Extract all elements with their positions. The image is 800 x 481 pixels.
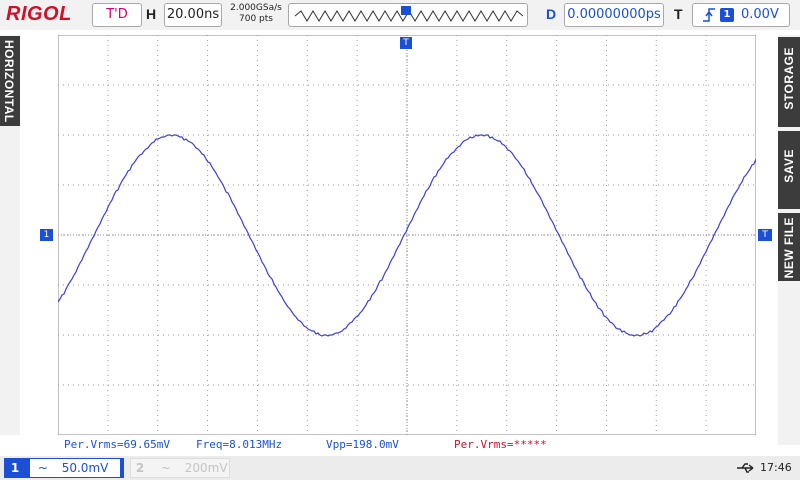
- top-toolbar: RIGOL T'D H 20.00ns 2.000GSa/s 700 pts D…: [0, 0, 800, 30]
- ch1-scale-box: ~ 50.0mV: [29, 459, 120, 477]
- ch2-coupling-icon: ~: [160, 461, 171, 475]
- measurement-vrms-invalid: Per.Vrms=*****: [454, 438, 547, 451]
- ch1-scale: 50.0mV: [61, 461, 109, 475]
- trigger-level: 0.00V: [741, 7, 779, 22]
- clock: 17:46: [760, 461, 792, 474]
- ch2-settings[interactable]: 2 ~ 200mV: [130, 458, 230, 478]
- trigger-position-marker[interactable]: T: [400, 37, 412, 49]
- horizontal-label: H: [146, 6, 157, 22]
- sample-rate: 2.000GSa/s 700 pts: [226, 3, 286, 25]
- memory-depth: 700 pts: [239, 14, 273, 24]
- delay-value[interactable]: 0.00000000ps: [564, 3, 664, 27]
- ch1-settings[interactable]: 1 ~ 50.0mV: [4, 458, 124, 478]
- ch2-number: 2: [135, 461, 145, 475]
- ch1-coupling-icon: ~: [37, 461, 48, 475]
- trigger-settings[interactable]: 1 0.00V: [692, 3, 790, 27]
- measurement-vrms: Per.Vrms=69.65mV: [64, 438, 170, 451]
- timebase-value[interactable]: 20.00ns: [164, 3, 222, 27]
- measurement-freq: Freq=8.013MHz: [196, 438, 283, 451]
- new-file-label: NEW FILE: [782, 217, 796, 279]
- ch1-offset-marker[interactable]: 1: [40, 229, 53, 241]
- save-button[interactable]: SAVE: [778, 131, 800, 209]
- usb-icon: [736, 458, 756, 481]
- right-softkey-panel: STORAGE SAVE NEW FILE: [778, 35, 800, 445]
- ch2-scale: 200mV: [184, 461, 228, 475]
- trigger-label: T: [674, 6, 683, 22]
- delay-label: D: [546, 6, 557, 22]
- usb-glyph: [737, 463, 754, 473]
- storage-label: STORAGE: [782, 47, 796, 110]
- trigger-channel: 1: [720, 8, 734, 22]
- rising-edge-icon: [703, 8, 715, 22]
- memory-waveform-icon: [294, 6, 524, 22]
- ch1-number: 1: [10, 461, 20, 475]
- save-label: SAVE: [782, 149, 796, 183]
- acquisition-mode[interactable]: T'D: [92, 3, 142, 27]
- horizontal-tab-label: HORIZONTAL: [2, 40, 16, 123]
- memory-overview[interactable]: [288, 3, 528, 27]
- new-file-button[interactable]: NEW FILE: [778, 213, 800, 281]
- trigger-level-marker[interactable]: T: [758, 229, 772, 241]
- measurement-vpp: Vpp=198.0mV: [326, 438, 399, 451]
- sample-rate-value: 2.000GSa/s: [230, 3, 282, 13]
- brand-logo: RIGOL: [6, 3, 72, 25]
- waveform-display[interactable]: [58, 35, 756, 435]
- storage-button[interactable]: STORAGE: [778, 37, 800, 127]
